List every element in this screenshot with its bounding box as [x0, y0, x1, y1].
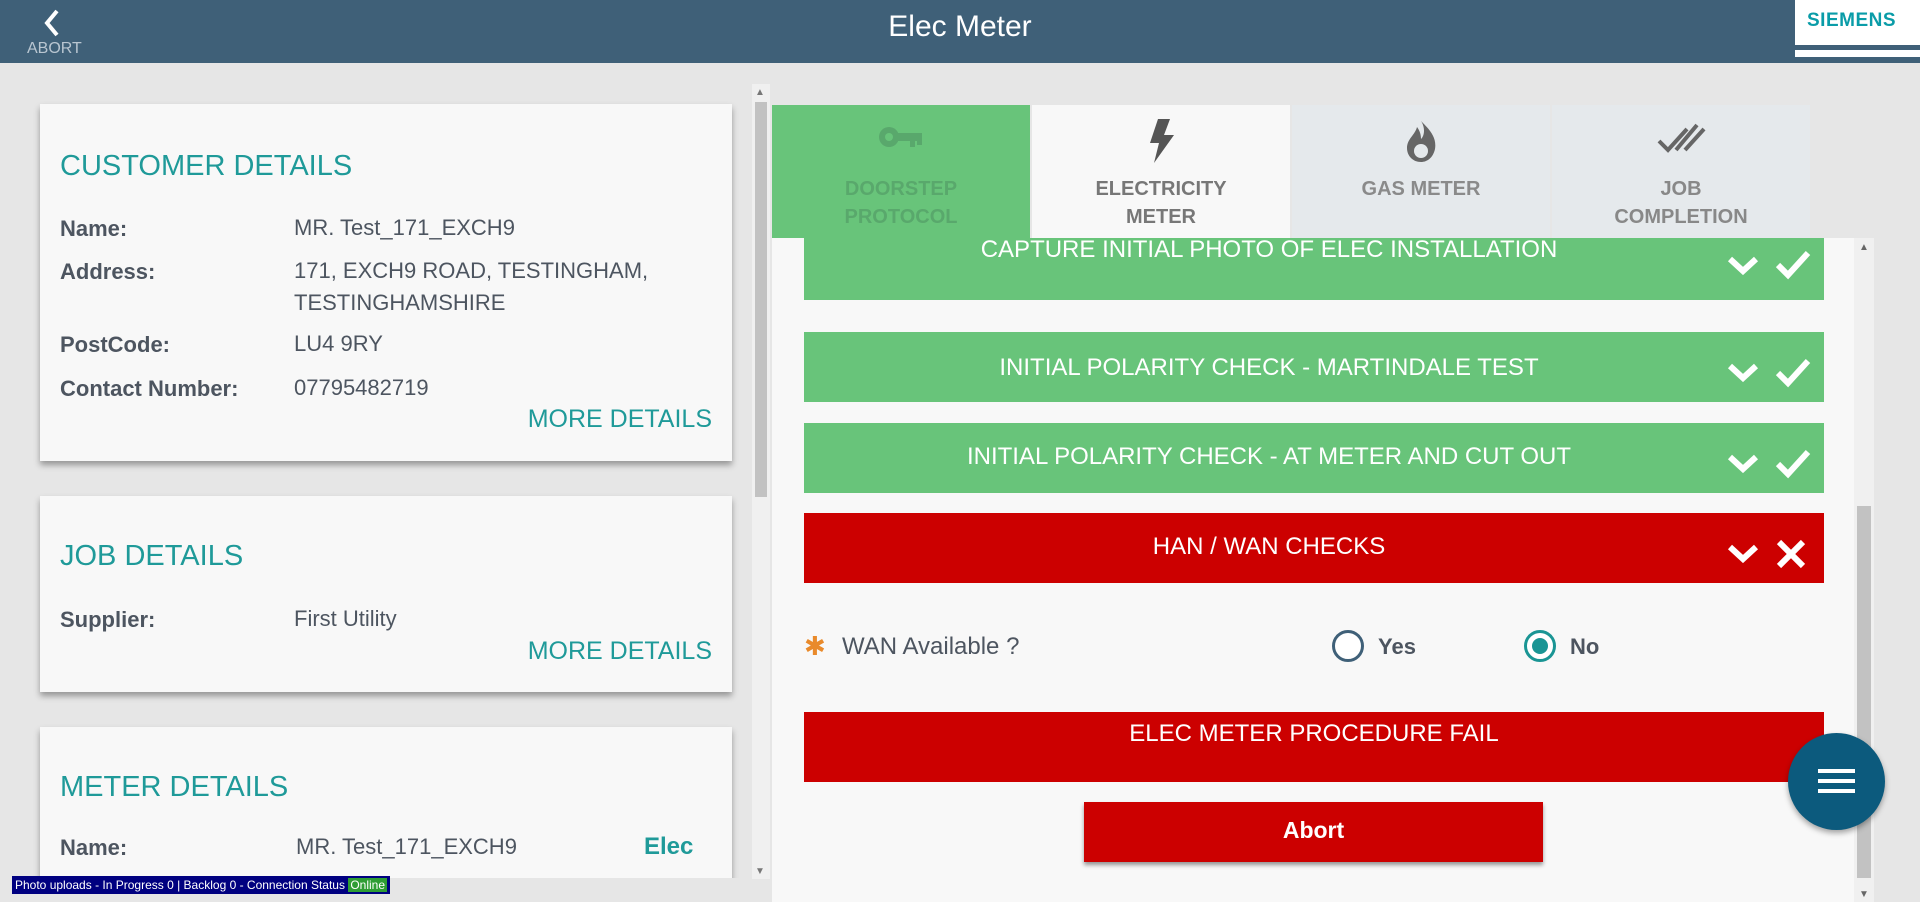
hamburger-line	[1818, 779, 1855, 783]
app-header: ABORT Elec Meter SIEMENS	[0, 0, 1920, 63]
supplier-value: First Utility	[294, 606, 397, 631]
postcode-label: PostCode:	[60, 332, 170, 357]
checkmark-icon	[1775, 250, 1811, 280]
hamburger-menu-icon	[1818, 769, 1855, 773]
customer-name: MR. Test_171_EXCH9	[294, 215, 515, 240]
meter-name-value: MR. Test_171_EXCH9	[296, 834, 517, 859]
name-label: Name:	[60, 216, 128, 241]
chevron-down-icon	[1727, 256, 1759, 276]
key-icon	[772, 119, 1030, 163]
scroll-up-arrow-icon[interactable]: ▲	[755, 87, 765, 98]
lightning-icon	[1032, 119, 1290, 163]
tab-electricity-label: ELECTRICITY METER	[1095, 178, 1227, 228]
customer-details-card: CUSTOMER DETAILS Name: MR. Test_171_EXCH…	[40, 104, 732, 461]
contact-label: Contact Number:	[60, 376, 239, 401]
procedure-fail-banner: ELEC METER PROCEDURE FAIL	[804, 712, 1824, 782]
address-line-1: 171, EXCH9 ROAD, TESTINGHAM,	[294, 258, 649, 283]
procedure-panel: CAPTURE INITIAL PHOTO OF ELEC INSTALLATI…	[772, 238, 1860, 902]
logo-divider	[1795, 45, 1920, 50]
hamburger-line	[1818, 789, 1855, 793]
abort-label: ABORT	[27, 40, 82, 57]
no-label: No	[1570, 634, 1600, 659]
left-scrollbar-thumb[interactable]	[755, 102, 767, 497]
scroll-up-arrow-icon[interactable]: ▲	[1859, 242, 1869, 253]
tab-gas-meter[interactable]: GAS METER	[1292, 105, 1550, 238]
wan-no-radio[interactable]: No	[1524, 626, 1644, 666]
supplier-label: Supplier:	[60, 607, 156, 632]
step-han-wan-checks[interactable]: HAN / WAN CHECKS	[804, 513, 1824, 583]
step-label: INITIAL POLARITY CHECK - MARTINDALE TEST	[999, 354, 1539, 381]
siemens-logo: SIEMENS	[1795, 0, 1920, 57]
address-label: Address:	[60, 259, 156, 284]
upload-status-bar: Photo uploads - In Progress 0 | Backlog …	[12, 876, 390, 894]
tab-electricity-meter[interactable]: ELECTRICITY METER	[1032, 105, 1290, 238]
tab-job-completion[interactable]: JOB COMPLETION	[1552, 105, 1810, 238]
step-label: HAN / WAN CHECKS	[1152, 533, 1386, 560]
wan-available-label: WAN Available ?	[842, 633, 1020, 660]
step-label: INITIAL POLARITY CHECK - AT METER AND CU…	[966, 443, 1572, 470]
contact-value: 07795482719	[294, 375, 429, 400]
meter-name-label: Name:	[60, 835, 128, 860]
checkmark-icon	[1775, 449, 1811, 479]
radio-unchecked-icon	[1332, 630, 1364, 662]
customer-more-details-link[interactable]: MORE DETAILS	[528, 405, 712, 434]
scroll-down-arrow-icon[interactable]: ▼	[1859, 889, 1869, 900]
step-polarity-martindale[interactable]: INITIAL POLARITY CHECK - MARTINDALE TEST	[804, 332, 1824, 402]
meter-details-card: METER DETAILS Name: MR. Test_171_EXCH9 E…	[40, 727, 732, 878]
required-asterisk-icon: ✱	[804, 631, 826, 661]
job-more-details-link[interactable]: MORE DETAILS	[528, 637, 712, 666]
chevron-down-icon	[1727, 363, 1759, 383]
postcode-value: LU4 9RY	[294, 331, 383, 356]
abort-button[interactable]: Abort	[1084, 802, 1543, 862]
logo-text: SIEMENS	[1807, 10, 1897, 31]
tab-doorstep-protocol[interactable]: DOORSTEP PROTOCOL	[772, 105, 1030, 238]
page-title: Elec Meter	[888, 10, 1032, 43]
status-text: Photo uploads - In Progress 0 | Backlog …	[15, 878, 349, 892]
cross-icon	[1776, 539, 1806, 569]
scroll-down-arrow-icon[interactable]: ▼	[755, 866, 765, 877]
abort-back-button[interactable]: ABORT	[22, 4, 86, 60]
meter-details-title: METER DETAILS	[60, 771, 289, 803]
step-capture-photo[interactable]: CAPTURE INITIAL PHOTO OF ELEC INSTALLATI…	[804, 238, 1824, 300]
radio-checked-icon	[1524, 630, 1556, 662]
job-details-title: JOB DETAILS	[60, 540, 244, 572]
job-details-card: JOB DETAILS Supplier: First Utility MORE…	[40, 496, 732, 692]
customer-details-title: CUSTOMER DETAILS	[60, 150, 353, 182]
step-polarity-meter-cutout[interactable]: INITIAL POLARITY CHECK - AT METER AND CU…	[804, 423, 1824, 493]
chevron-down-icon	[1727, 454, 1759, 474]
meter-type-tag: Elec	[644, 833, 694, 860]
tab-job-completion-label: JOB COMPLETION	[1614, 178, 1748, 228]
wan-yes-radio[interactable]: Yes	[1332, 626, 1452, 666]
tab-doorstep-label: DOORSTEP PROTOCOL	[844, 178, 958, 228]
menu-fab-button[interactable]	[1788, 733, 1885, 830]
tab-gas-label: GAS METER	[1361, 178, 1481, 200]
double-check-icon	[1552, 119, 1810, 163]
chevron-down-icon	[1727, 544, 1759, 564]
connection-status-badge: Online	[348, 878, 387, 892]
flame-icon	[1292, 119, 1550, 163]
chevron-left-icon	[44, 9, 59, 37]
details-column: CUSTOMER DETAILS Name: MR. Test_171_EXCH…	[0, 63, 770, 878]
step-label: CAPTURE INITIAL PHOTO OF ELEC INSTALLATI…	[980, 238, 1558, 263]
left-scrollbar[interactable]: ▲ ▼	[752, 84, 770, 879]
yes-label: Yes	[1378, 634, 1416, 659]
address-line-2: TESTINGHAMSHIRE	[294, 290, 506, 315]
checkmark-icon	[1775, 358, 1811, 388]
